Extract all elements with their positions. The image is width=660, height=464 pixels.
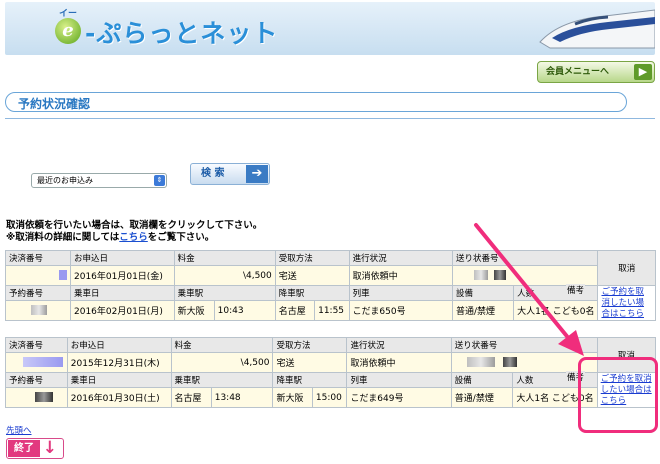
- header-settlement-no: 決済番号: [5, 250, 71, 266]
- tracking-no-cell: [451, 265, 599, 286]
- facility-cell: 普通/禁煙: [450, 387, 514, 408]
- period-select-value: 最近のお申込み: [37, 176, 93, 185]
- receive-method-cell: 宅送: [274, 265, 350, 286]
- member-menu-label: 会員メニューへ: [546, 67, 610, 77]
- alight-station-cell: 名古屋: [274, 300, 316, 321]
- header-progress: 進行状況: [348, 250, 453, 266]
- people-cell: 大人1名 こども0名: [513, 300, 599, 321]
- train-cell: こだま649号: [346, 387, 452, 408]
- cancel-reservation-link[interactable]: ご予約を取消したい場合はこちら: [601, 287, 652, 320]
- header-tracking-no: 送り状番号: [450, 337, 598, 353]
- header-fee: 料金: [173, 250, 276, 266]
- tracking-no-cell: [450, 352, 598, 373]
- progress-cell: 取消依頼中: [346, 352, 452, 373]
- table-header-row: 予約番号 乗車日 乗車駅 降車駅 列車 設備 人数 ご予約を取消したい場合はこち…: [5, 285, 656, 321]
- settlement-no-cell: [5, 265, 71, 286]
- arrive-time-cell: 11:55: [314, 300, 350, 321]
- fee-cell: \4,500: [173, 265, 276, 286]
- header-receive-method: 受取方法: [272, 337, 348, 353]
- cancel-cell[interactable]: ご予約を取消したい場合はこちら: [597, 285, 656, 321]
- header-alight-station: 降車駅: [272, 372, 348, 388]
- header-facility: 設備: [451, 285, 515, 301]
- remarks-header-1: 備考: [566, 284, 586, 296]
- shinkansen-train-image: [539, 9, 655, 49]
- logo-e-mark: e: [55, 18, 81, 44]
- table-header-row: 決済番号 お申込日 料金 受取方法 進行状況 送り状番号 取消: [5, 250, 656, 286]
- logo-text: -ぷらっとネット: [85, 19, 279, 48]
- header-banner: イー e -ぷらっとネット: [5, 2, 655, 55]
- reservation-table-1: 決済番号 お申込日 料金 受取方法 進行状況 送り状番号 取消 2016年01月…: [5, 250, 656, 321]
- table-header-row: 決済番号 お申込日 料金 受取方法 進行状況 送り状番号 取消: [5, 337, 657, 373]
- header-train: 列車: [348, 285, 453, 301]
- progress-cell: 取消依頼中: [348, 265, 453, 286]
- divider: [5, 118, 655, 119]
- arrow-right-icon: ➔: [246, 165, 268, 183]
- table-row: 2016年01月01日(金) \4,500 宅送 取消依頼中: [5, 265, 656, 286]
- notice-line-2: ※取消料の詳細に関してはこちらをご覧下さい。: [6, 232, 215, 243]
- receive-method-cell: 宅送: [272, 352, 348, 373]
- table-row: 2016年01月30日(土) 名古屋 13:48 新大阪 15:00 こだま64…: [5, 387, 656, 408]
- board-station-cell: 名古屋: [170, 387, 212, 408]
- page-title-bar: 予約状況確認: [5, 92, 627, 112]
- header-people: 人数: [513, 285, 599, 301]
- header-reservation-no: 予約番号: [5, 285, 71, 301]
- search-button-label: 検 索: [201, 168, 225, 179]
- header-receive-method: 受取方法: [274, 250, 350, 266]
- arrow-down-icon: ↓: [42, 438, 57, 458]
- header-settlement-no: 決済番号: [5, 337, 68, 353]
- table-row: 2015年12月31日(木) \4,500 宅送 取消依頼中: [5, 352, 656, 373]
- header-board-station: 乗車駅: [170, 372, 274, 388]
- header-cancel: 取消: [597, 250, 656, 286]
- cancel-fee-link[interactable]: こちら: [119, 232, 148, 243]
- header-reservation-no: 予約番号: [5, 372, 68, 388]
- header-alight-station: 降車駅: [274, 285, 350, 301]
- back-to-top-link[interactable]: 先頭へ: [6, 424, 32, 436]
- end-button-label: 終了: [8, 440, 40, 457]
- header-train: 列車: [346, 372, 452, 388]
- annotation-highlight-box: [578, 357, 658, 433]
- table-header-row: 予約番号 乗車日 乗車駅 降車駅 列車 設備 人数 ご予約を取消したい場合はこち…: [5, 372, 657, 408]
- facility-cell: 普通/禁煙: [451, 300, 515, 321]
- board-date-cell: 2016年02月01日(月): [70, 300, 175, 321]
- reservation-no-cell: [5, 300, 71, 321]
- period-select[interactable]: 最近のお申込み ⇕: [31, 173, 167, 188]
- search-button[interactable]: 検 索 ➔: [190, 163, 270, 185]
- notice-text: 取消依頼を行いたい場合は、取消欄をクリックして下さい。 ※取消料の詳細に関しては…: [6, 220, 262, 244]
- arrow-right-icon: ▶: [634, 64, 652, 80]
- header-board-station: 乗車駅: [173, 285, 276, 301]
- board-station-cell: 新大阪: [173, 300, 215, 321]
- end-button[interactable]: 終了 ↓: [6, 438, 64, 459]
- header-apply-date: お申込日: [66, 337, 172, 353]
- fee-cell: \4,500: [170, 352, 274, 373]
- header-tracking-no: 送り状番号: [451, 250, 599, 266]
- settlement-no-cell: [5, 352, 68, 373]
- header-board-date: 乗車日: [70, 285, 175, 301]
- header-apply-date: お申込日: [70, 250, 175, 266]
- header-board-date: 乗車日: [66, 372, 172, 388]
- depart-time-cell: 13:48: [210, 387, 274, 408]
- reservation-table-2: 決済番号 お申込日 料金 受取方法 進行状況 送り状番号 取消 2015年12月…: [5, 337, 657, 408]
- alight-station-cell: 新大阪: [272, 387, 313, 408]
- member-menu-button[interactable]: 会員メニューへ ▶: [537, 61, 655, 83]
- apply-date-cell: 2016年01月01日(金): [70, 265, 175, 286]
- depart-time-cell: 10:43: [213, 300, 276, 321]
- train-cell: こだま650号: [348, 300, 453, 321]
- chevron-updown-icon: ⇕: [154, 175, 165, 186]
- board-date-cell: 2016年01月30日(土): [66, 387, 172, 408]
- notice-line-1: 取消依頼を行いたい場合は、取消欄をクリックして下さい。: [6, 220, 263, 231]
- header-progress: 進行状況: [346, 337, 452, 353]
- apply-date-cell: 2015年12月31日(木): [66, 352, 172, 373]
- header-fee: 料金: [170, 337, 274, 353]
- table-row: 2016年02月01日(月) 新大阪 10:43 名古屋 11:55 こだま65…: [5, 300, 656, 321]
- header-facility: 設備: [450, 372, 514, 388]
- reservation-no-cell: [5, 387, 68, 408]
- page-title: 予約状況確認: [18, 97, 91, 111]
- arrive-time-cell: 15:00: [311, 387, 348, 408]
